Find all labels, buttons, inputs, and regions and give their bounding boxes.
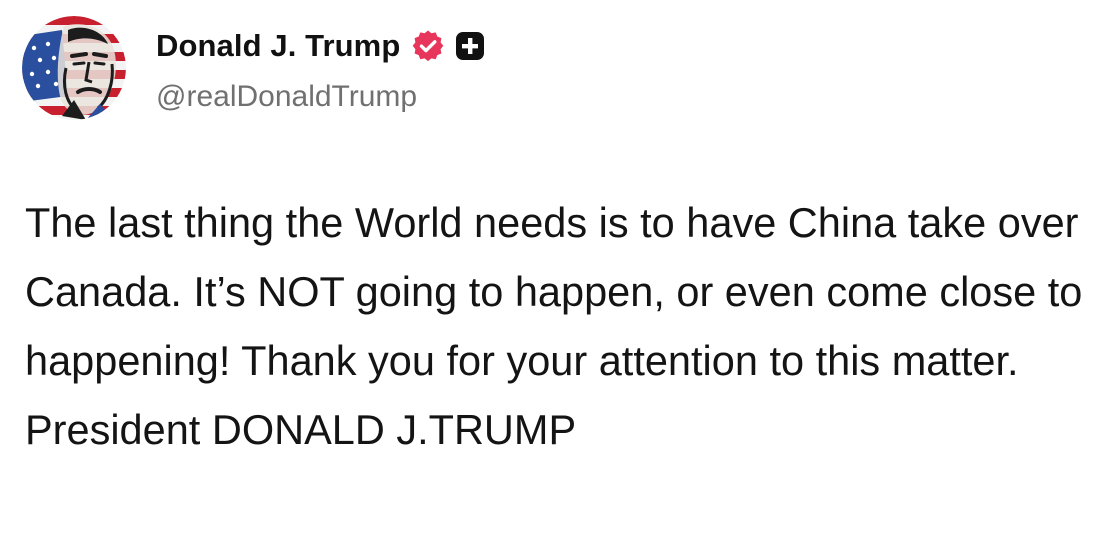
plus-badge-icon <box>455 31 485 61</box>
post-card: Donald J. Trump @realDonaldTrump The las… <box>0 0 1118 554</box>
post-body-text: The last thing the World needs is to hav… <box>25 199 1083 453</box>
author-info: Donald J. Trump @realDonaldTrump <box>156 26 485 114</box>
author-display-name[interactable]: Donald J. Trump <box>156 28 400 64</box>
avatar-image <box>22 16 126 120</box>
author-handle[interactable]: @realDonaldTrump <box>156 80 485 114</box>
post-header: Donald J. Trump @realDonaldTrump <box>22 16 485 120</box>
avatar[interactable] <box>22 16 126 120</box>
verified-badge-icon <box>410 28 446 64</box>
name-row: Donald J. Trump <box>156 26 485 66</box>
